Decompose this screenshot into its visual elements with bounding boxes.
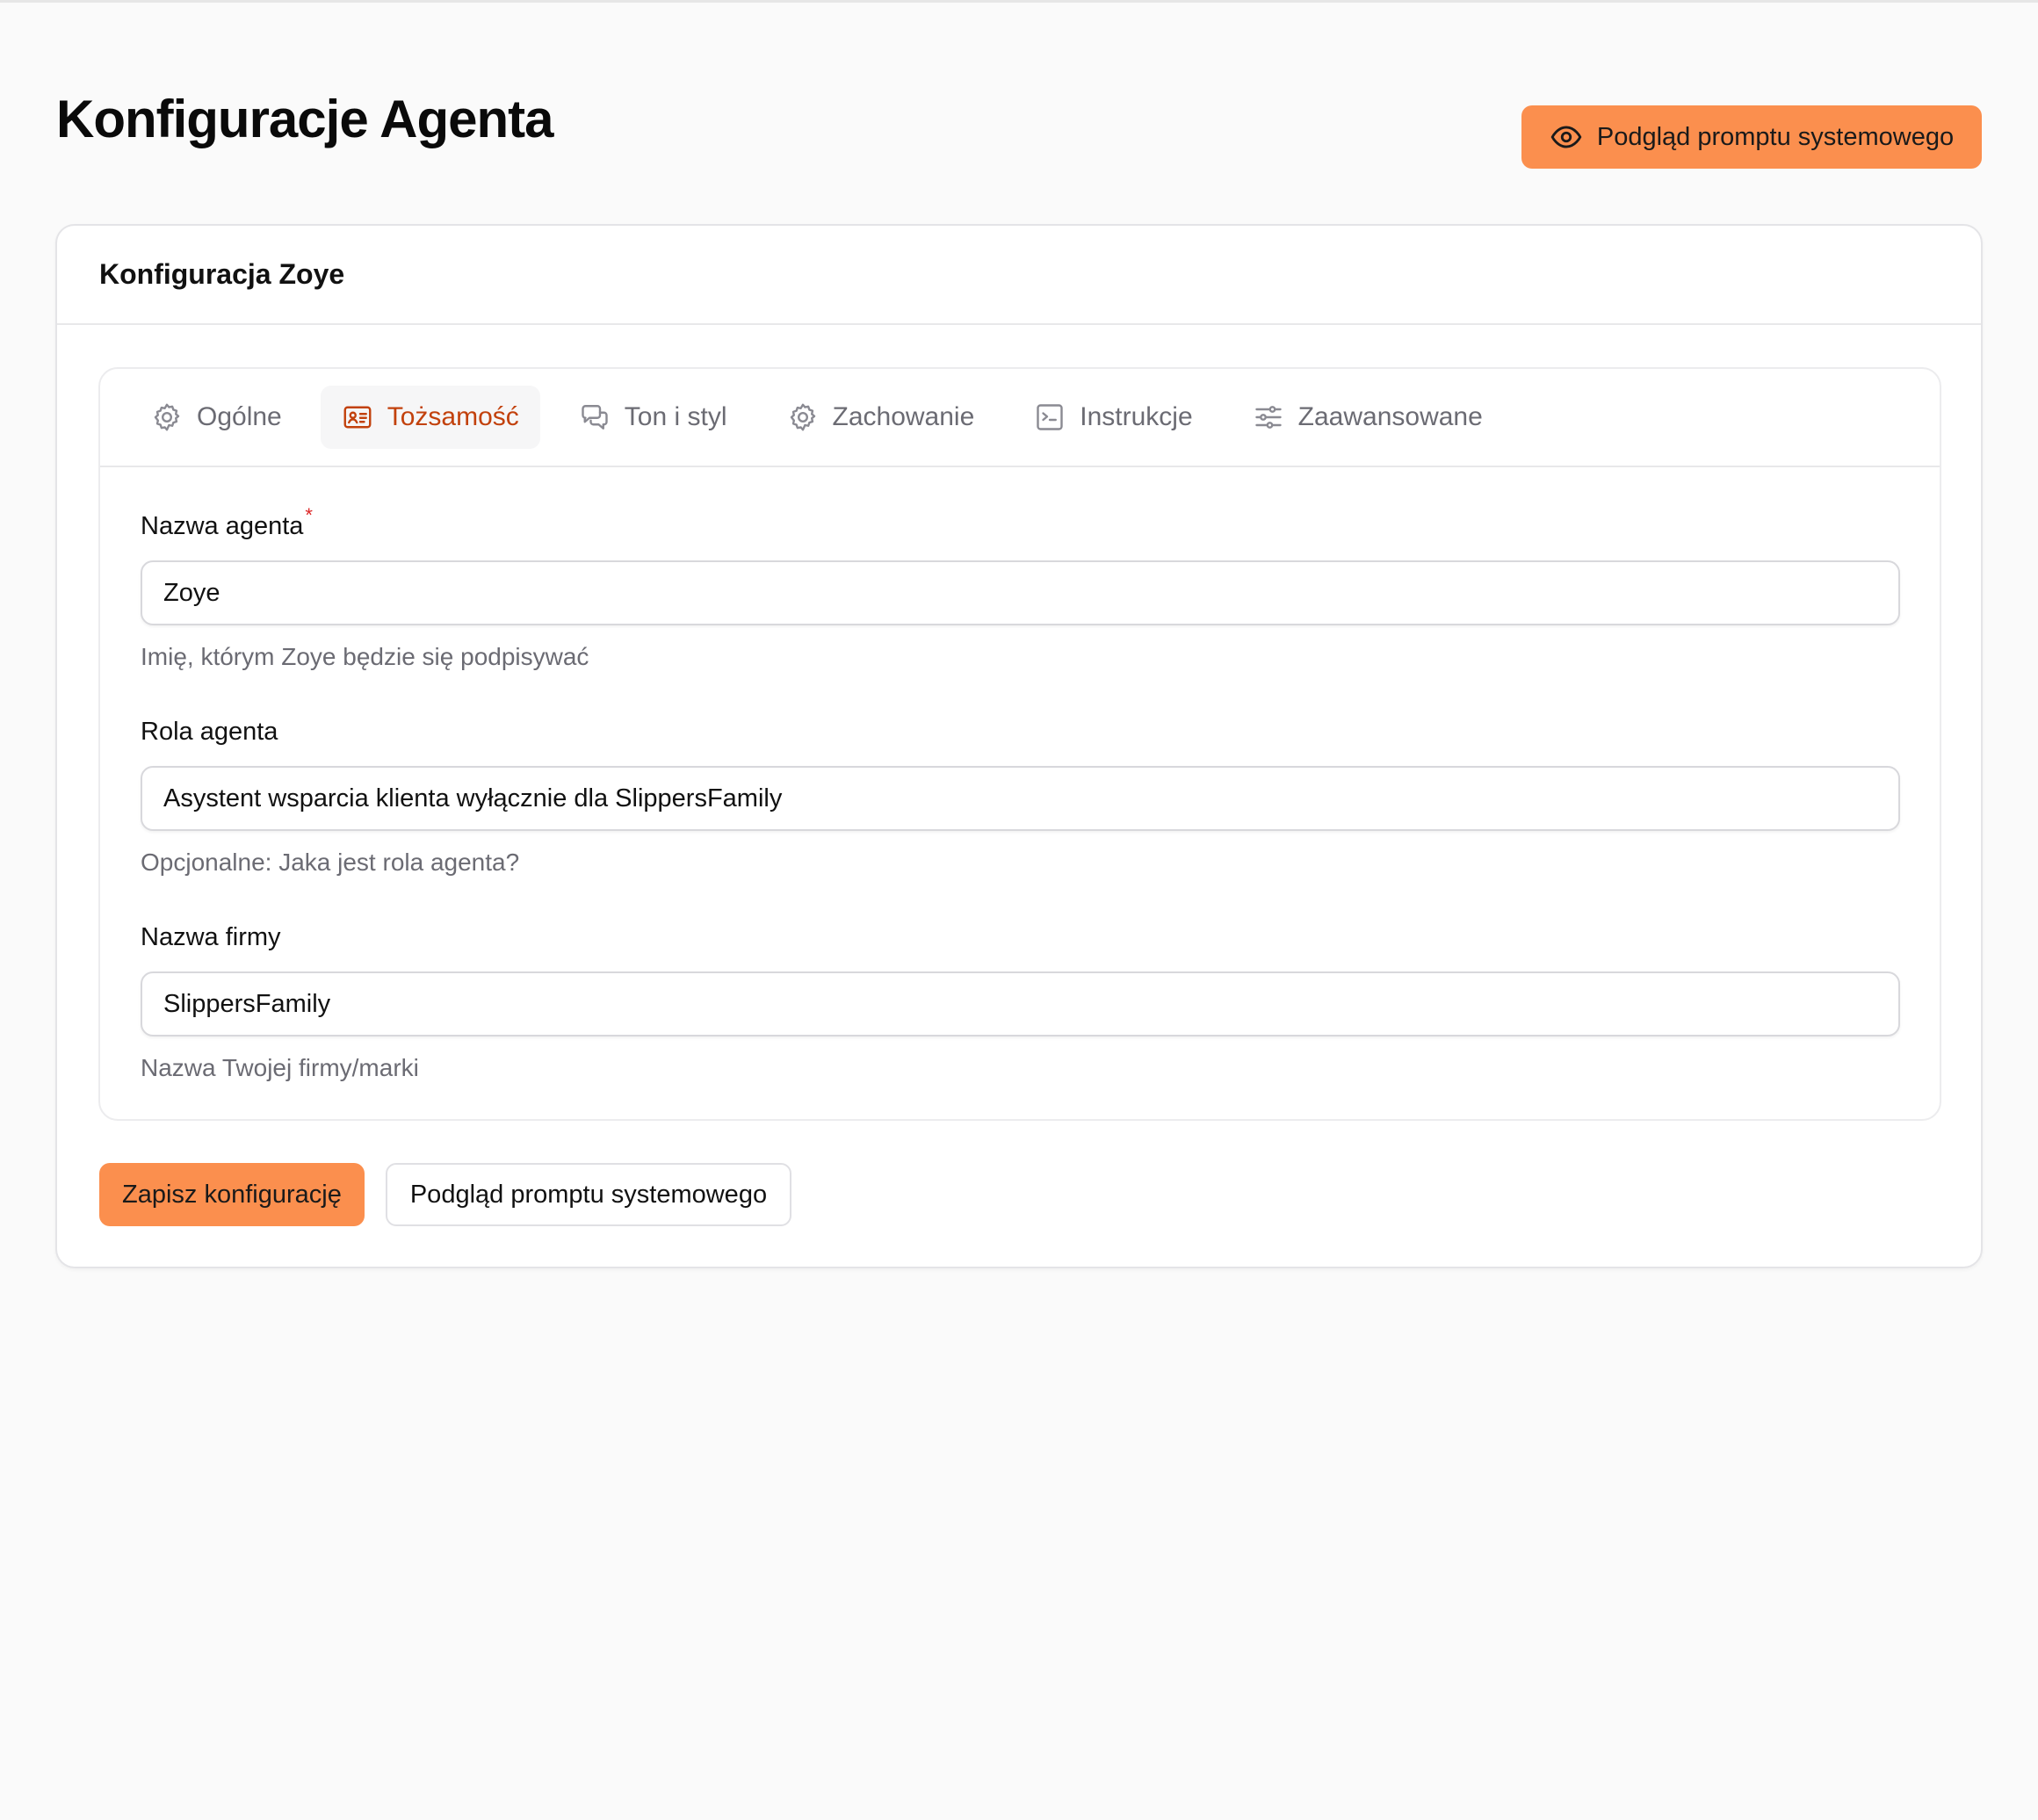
preview-prompt-button[interactable]: Podgląd promptu systemowego [385,1163,792,1226]
tab-behavior[interactable]: Zachowanie [766,386,996,449]
sliders-icon [1254,406,1282,429]
company-name-field: Nazwa firmy Nazwa Twojej firmy/marki [141,922,1900,1082]
top-border [0,0,2038,3]
required-mark: * [305,504,313,526]
agent-name-input[interactable] [141,560,1900,625]
tab-instructions-label: Instrukcje [1080,402,1193,431]
tab-identity[interactable]: Tożsamość [320,386,540,449]
tab-general-label: Ogólne [197,402,282,431]
agent-name-field: Nazwa agenta* Imię, którym Zoye będzie s… [141,504,1900,671]
tab-tone-style[interactable]: Ton i styl [558,386,748,449]
tab-advanced[interactable]: Zaawansowane [1232,386,1504,449]
gear-icon [790,403,815,431]
save-config-button[interactable]: Zapisz konfigurację [99,1163,365,1226]
config-card: Konfiguracja Zoye Ogólne Tożsamość Ton i… [55,224,1983,1268]
form-actions: Zapisz konfigurację Podgląd promptu syst… [99,1163,792,1226]
card-title: Konfiguracja Zoye [99,258,345,290]
agent-role-help: Opcjonalne: Jaka jest rola agenta? [141,849,520,876]
agent-name-label-text: Nazwa agenta [141,512,304,540]
company-name-help: Nazwa Twojej firmy/marki [141,1054,419,1081]
terminal-icon [1037,404,1063,430]
agent-name-help: Imię, którym Zoye będzie się podpisywać [141,643,589,670]
agent-role-input[interactable] [141,766,1900,831]
tab-general[interactable]: Ogólne [130,386,303,449]
page-title: Konfiguracje Agenta [56,90,554,148]
agent-name-label: Nazwa agenta * [141,504,1899,541]
tabs-panel: Ogólne Tożsamość Ton i styl Zachowanie I… [98,367,1941,1121]
company-name-input[interactable] [141,971,1900,1036]
tab-identity-label: Tożsamość [387,402,519,431]
company-name-label: Nazwa firmy [141,923,281,951]
gear-icon [154,403,180,431]
identity-form: Nazwa agenta* Imię, którym Zoye będzie s… [100,467,1940,1082]
agent-role-label: Rola agenta [141,718,278,746]
tab-tone-style-label: Ton i styl [624,402,727,431]
preview-system-prompt-label: Podgląd promptu systemowego [1596,122,1955,151]
tab-instructions[interactable]: Instrukcje [1013,386,1213,449]
tab-behavior-label: Zachowanie [832,402,975,431]
chat-bubbles-icon [582,405,608,430]
preview-system-prompt-button[interactable]: Podgląd promptu systemowego [1521,105,1982,169]
tab-advanced-label: Zaawansowane [1297,402,1483,431]
eye-icon [1550,126,1582,148]
card-header: Konfiguracja Zoye [57,226,1981,325]
id-card-icon [343,406,372,429]
tab-bar: Ogólne Tożsamość Ton i styl Zachowanie I… [100,369,1940,467]
agent-role-field: Rola agenta Opcjonalne: Jaka jest rola a… [141,717,1900,877]
